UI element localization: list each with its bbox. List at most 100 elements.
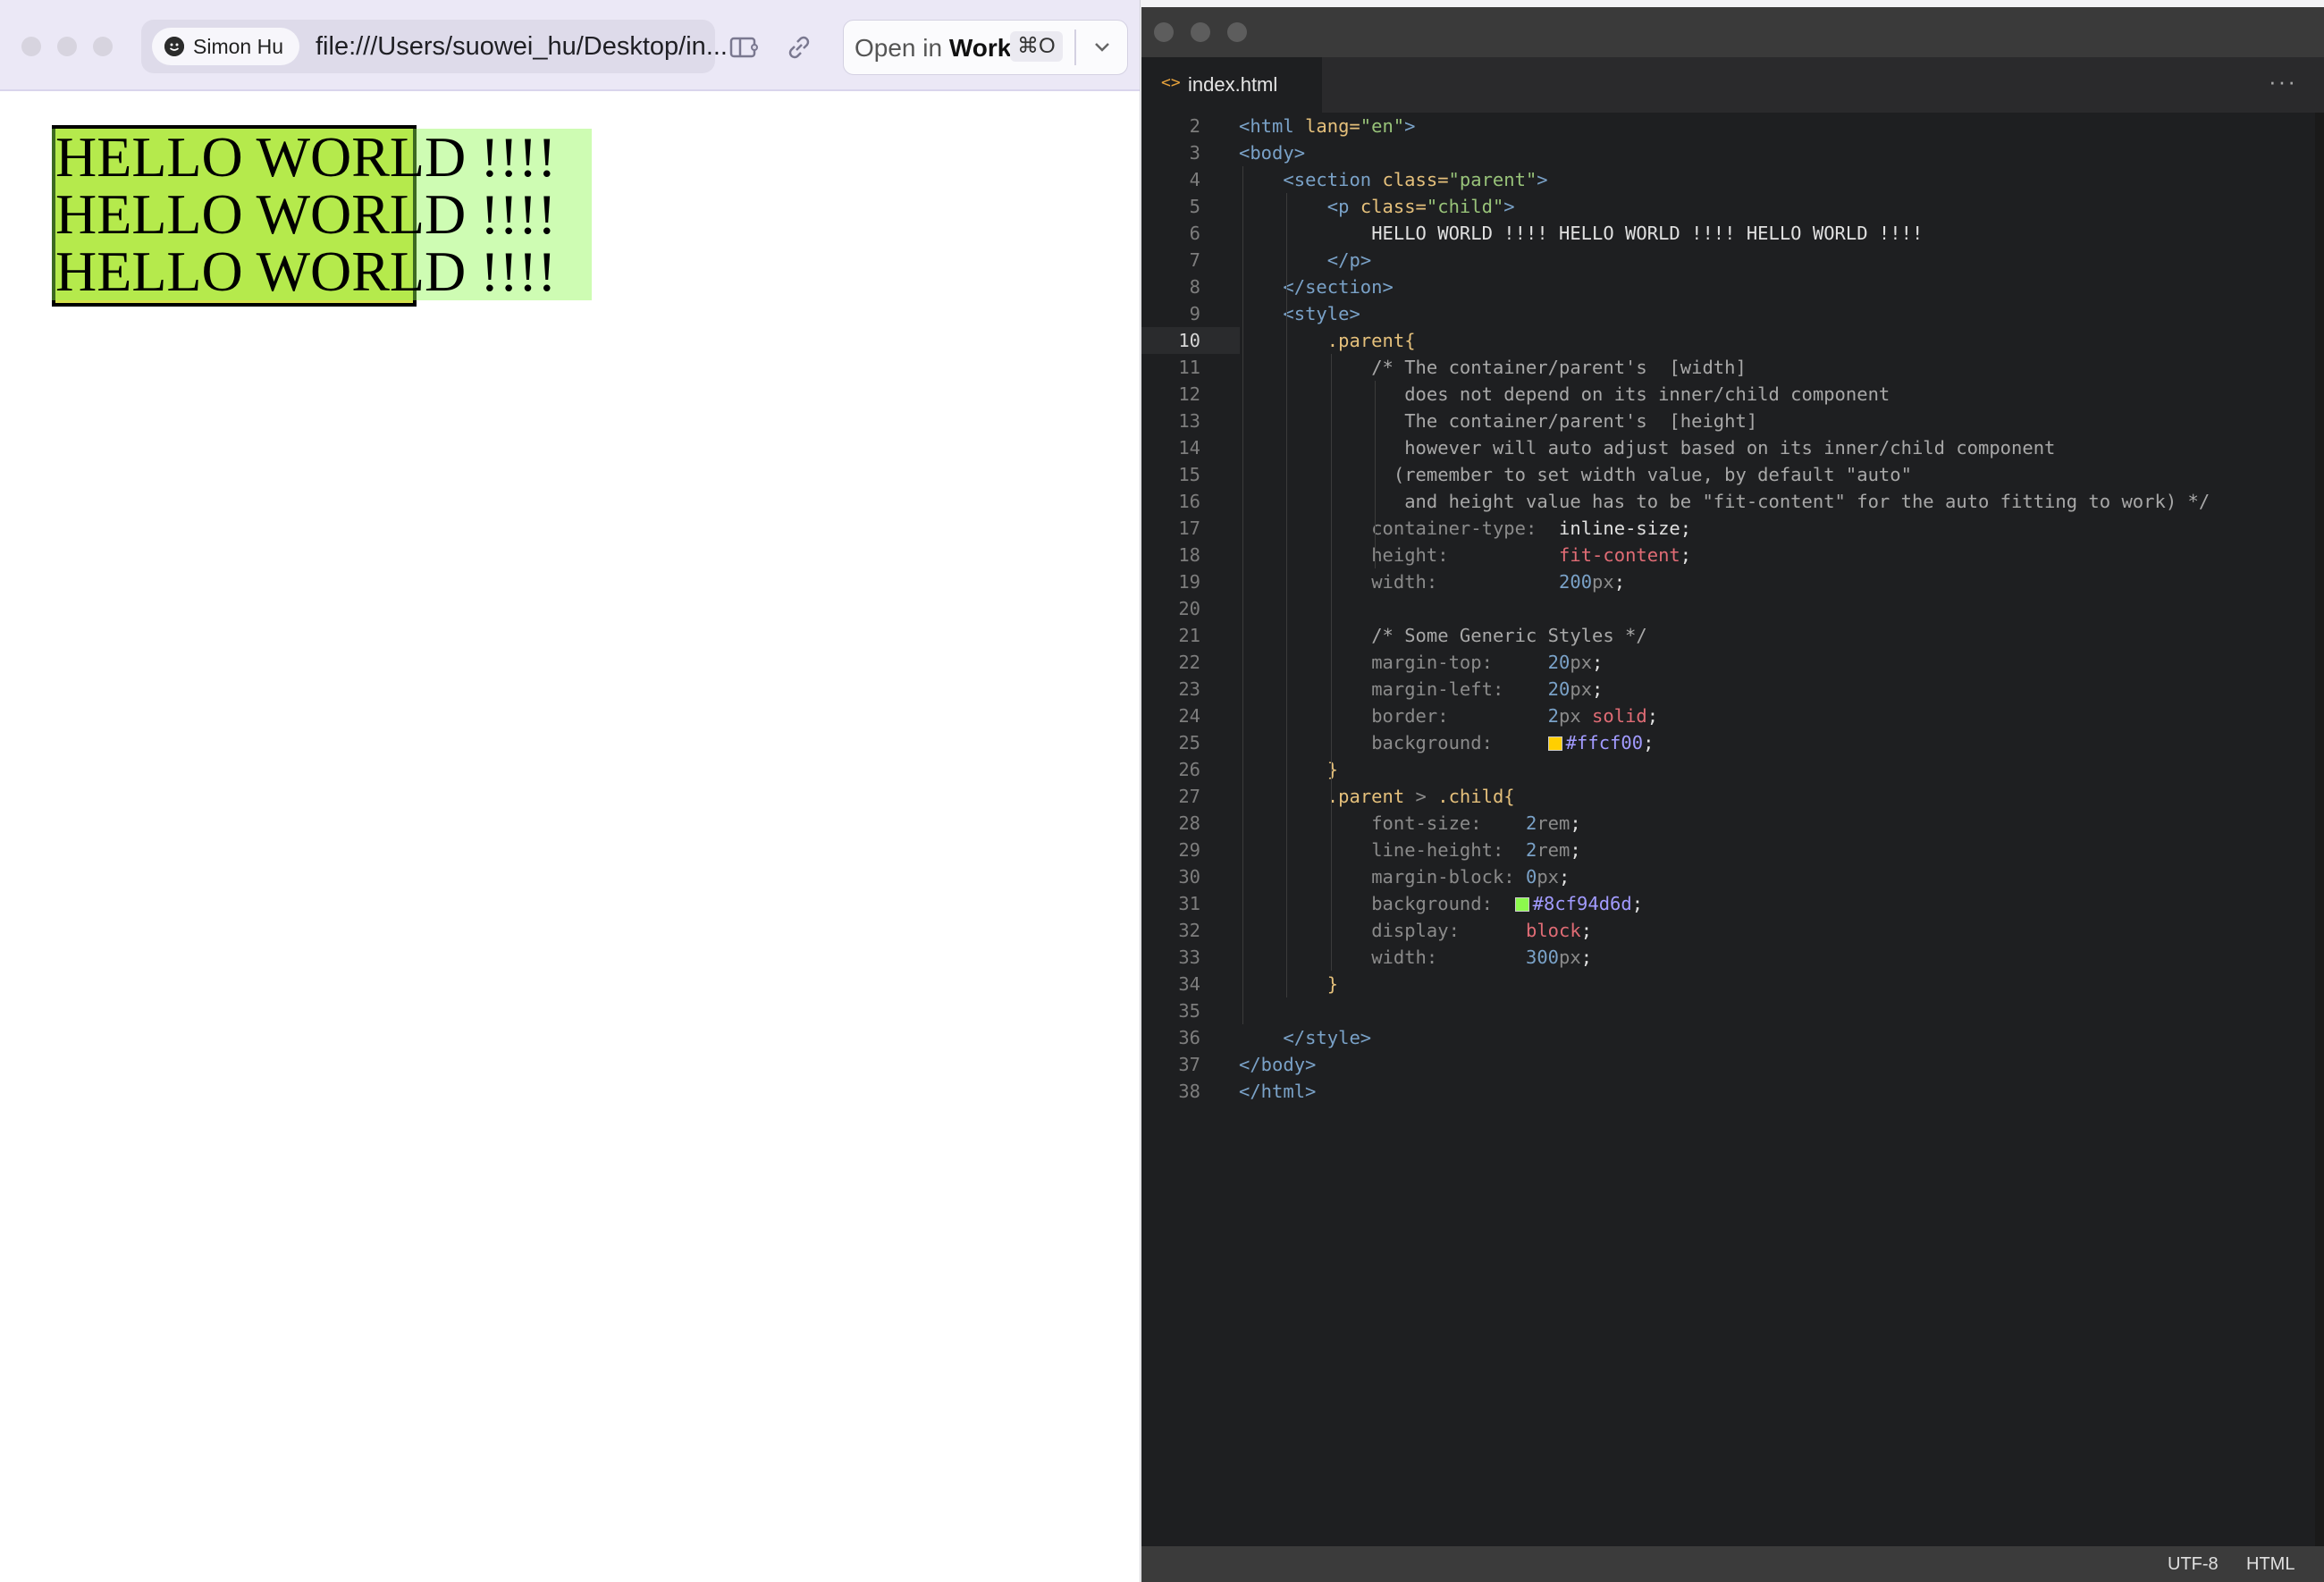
line-number: 33 <box>1178 947 1200 968</box>
code-token: <body> <box>1239 142 1306 164</box>
code-line[interactable]: 29 line-height: 2rem; <box>1141 837 2324 863</box>
code-line[interactable]: 2 <html lang="en"> <box>1141 113 2324 139</box>
code-line[interactable]: 5 <p class="child"> <box>1141 193 2324 220</box>
color-swatch-icon[interactable] <box>1514 897 1529 912</box>
code-line[interactable]: 30 margin-block: 0px; <box>1141 863 2324 890</box>
line-number: 26 <box>1178 759 1200 780</box>
close-window-button[interactable] <box>1154 22 1174 42</box>
code-line[interactable]: 32 display: block; <box>1141 917 2324 944</box>
code-token: 0 <box>1525 866 1537 888</box>
code-line[interactable]: 8 </section> <box>1141 273 2324 300</box>
code-text: /* Some Generic Styles */ <box>1371 622 1647 649</box>
code-text: width: 300px; <box>1371 944 1592 971</box>
code-token: "parent" <box>1448 169 1537 190</box>
code-text: <html lang="en"> <box>1239 113 1416 139</box>
code-token: "child" <box>1426 196 1504 217</box>
code-line[interactable]: 25 background: #ffcf00; <box>1141 729 2324 756</box>
indent-guide <box>1286 193 1288 997</box>
code-line[interactable]: 24 border: 2px solid; <box>1141 703 2324 729</box>
code-token: class= <box>1382 169 1449 190</box>
indent-guide <box>1330 354 1332 971</box>
code-token: ; <box>1680 518 1692 539</box>
code-line[interactable]: 33 width: 300px; <box>1141 944 2324 971</box>
code-token: .parent{ <box>1326 330 1416 351</box>
zoom-window-button[interactable] <box>93 37 113 56</box>
browser-toolbar: Simon Hu file:///Users/suowei_hu/Desktop… <box>0 0 1140 91</box>
code-line[interactable]: 12 does not depend on its inner/child co… <box>1141 381 2324 408</box>
open-in-work-button[interactable]: Open in Work ⌘O <box>843 20 1128 75</box>
line-number: 2 <box>1189 115 1200 137</box>
code-text: background: #8cf94d6d; <box>1371 890 1643 917</box>
code-token: ; <box>1580 947 1593 968</box>
line-number: 22 <box>1178 652 1200 673</box>
editor-scrollbar[interactable] <box>2315 113 2324 1546</box>
indent-guide <box>1375 381 1377 568</box>
chevron-down-icon[interactable] <box>1092 37 1112 61</box>
code-token: ; <box>1613 571 1626 593</box>
code-line[interactable]: 13 The container/parent's [height] <box>1141 408 2324 434</box>
code-line[interactable]: 4 <section class="parent"> <box>1141 166 2324 193</box>
code-token: rem <box>1537 812 1570 834</box>
code-token: </body> <box>1239 1054 1317 1075</box>
code-line[interactable]: 10 .parent{ <box>1141 327 2324 354</box>
code-line[interactable]: 16 and height value has to be "fit-conte… <box>1141 488 2324 515</box>
code-line[interactable]: 9 <style> <box>1141 300 2324 327</box>
encoding-status[interactable]: UTF-8 <box>2168 1554 2219 1575</box>
more-actions-icon[interactable]: ··· <box>2269 68 2297 96</box>
line-number: 29 <box>1178 839 1200 861</box>
code-text: font-size: 2rem; <box>1371 810 1581 837</box>
code-token: (remember to set width value, by default… <box>1371 464 1912 485</box>
minimize-window-button[interactable] <box>1191 22 1210 42</box>
color-swatch-icon[interactable] <box>1547 736 1562 751</box>
code-token: </style> <box>1283 1027 1372 1048</box>
close-window-button[interactable] <box>21 37 41 56</box>
extensions-icon[interactable] <box>728 31 760 63</box>
line-number: 23 <box>1178 678 1200 700</box>
code-line[interactable]: 22 margin-top: 20px; <box>1141 649 2324 676</box>
code-token: block <box>1525 920 1581 941</box>
code-line[interactable]: 35 <box>1141 997 2324 1024</box>
code-text: container-type: inline-size; <box>1371 515 1691 542</box>
code-line[interactable]: 14 however will auto adjust based on its… <box>1141 434 2324 461</box>
url-text[interactable]: file:///Users/suowei_hu/Desktop/in... <box>316 32 728 62</box>
code-line[interactable]: 17 container-type: inline-size; <box>1141 515 2324 542</box>
code-area[interactable]: 2 <html lang="en"> 3 <body> 4 <section class=… <box>1141 113 2324 1105</box>
line-number: 3 <box>1189 142 1200 164</box>
code-token: ; <box>1631 893 1644 914</box>
code-line[interactable]: 34} <box>1141 971 2324 997</box>
code-line[interactable]: 20 <box>1141 595 2324 622</box>
code-token: inline-size <box>1559 518 1680 539</box>
code-text: </body> <box>1239 1051 1316 1078</box>
code-line[interactable]: 21 /* Some Generic Styles */ <box>1141 622 2324 649</box>
code-line[interactable]: 6 HELLO WORLD !!!! HELLO WORLD !!!! HELLO… <box>1141 220 2324 247</box>
code-text: background: #ffcf00; <box>1371 729 1654 756</box>
code-line[interactable]: 37 </body> <box>1141 1051 2324 1078</box>
code-token: 200 <box>1559 571 1593 593</box>
tab-index-html[interactable]: <> index.html <box>1141 57 1322 113</box>
profile-chip[interactable]: Simon Hu <box>152 28 299 65</box>
code-line[interactable]: 19 width: 200px; <box>1141 568 2324 595</box>
minimize-window-button[interactable] <box>57 37 77 56</box>
address-bar[interactable]: Simon Hu file:///Users/suowei_hu/Desktop… <box>141 20 810 73</box>
code-line[interactable]: 7 </p> <box>1141 247 2324 273</box>
code-line[interactable]: 27 .parent > .child{ <box>1141 783 2324 810</box>
zoom-window-button[interactable] <box>1227 22 1247 42</box>
code-line[interactable]: 26} <box>1141 756 2324 783</box>
open-in-label: Open in Work <box>855 34 1012 62</box>
code-line[interactable]: 38 </html> <box>1141 1078 2324 1105</box>
code-token: fit-content <box>1559 544 1680 566</box>
code-line[interactable]: 15 (remember to set width value, by defa… <box>1141 461 2324 488</box>
code-line[interactable]: 23 margin-left: 20px; <box>1141 676 2324 703</box>
code-line[interactable]: 36 </style> <box>1141 1024 2324 1051</box>
code-editor-window: <> index.html ··· 2 <html lang="en"> 3 <bod… <box>1141 7 2324 1582</box>
code-line[interactable]: 11 /* The container/parent's [width] <box>1141 354 2324 381</box>
code-line[interactable]: 31 background: #8cf94d6d; <box>1141 890 2324 917</box>
code-line[interactable]: 3 <body> <box>1141 139 2324 166</box>
language-mode-status[interactable]: HTML <box>2246 1554 2295 1575</box>
code-text: </section> <box>1283 273 1393 300</box>
copy-link-icon[interactable] <box>783 31 815 63</box>
code-line[interactable]: 28 font-size: 2rem; <box>1141 810 2324 837</box>
code-token: </html> <box>1239 1081 1317 1102</box>
code-line[interactable]: 18 height: fit-content; <box>1141 542 2324 568</box>
code-token: ; <box>1592 678 1604 700</box>
